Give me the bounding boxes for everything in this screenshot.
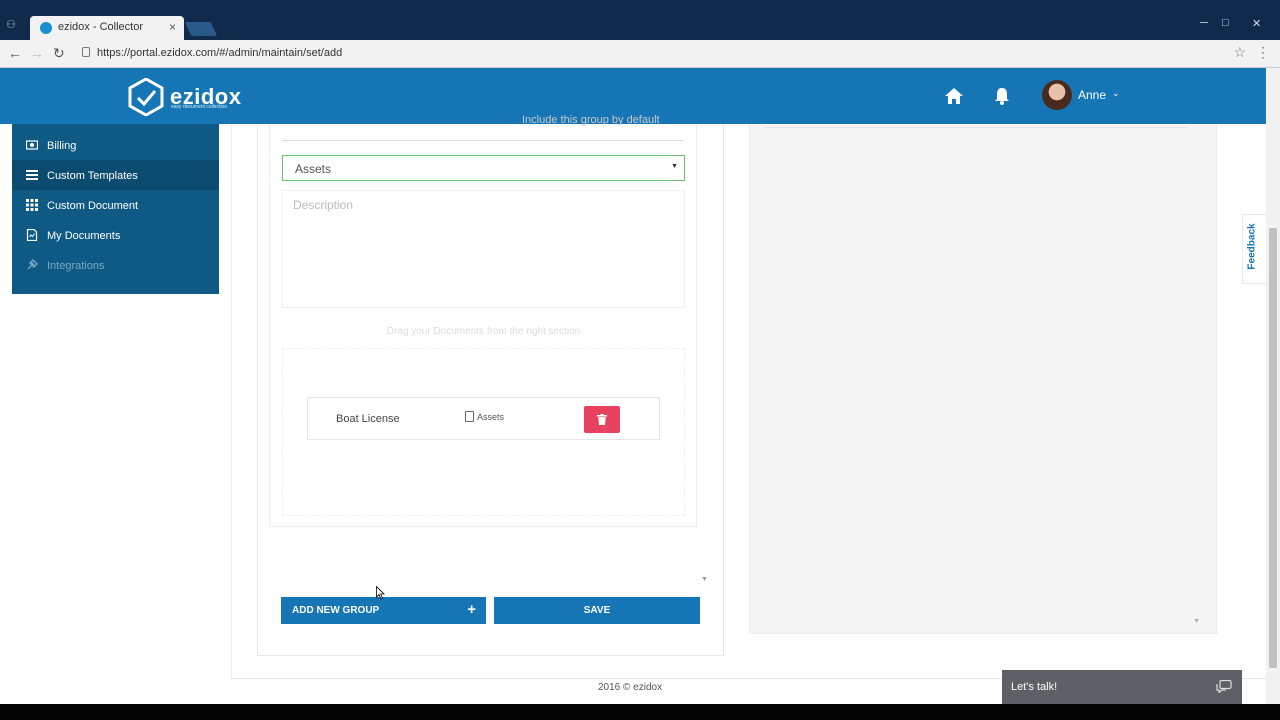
billing-icon [26, 140, 38, 150]
add-new-group-label: ADD NEW GROUP [292, 605, 380, 616]
screen: ⚇ ezidox - Collector × ─ □ ✕ ← → ↻ https… [0, 0, 1280, 720]
bell-icon[interactable] [993, 87, 1011, 105]
category-select[interactable]: Assets ▼ [282, 155, 685, 181]
chat-label: Let's talk! [1011, 681, 1058, 693]
document-row[interactable]: Boat License Assets [307, 397, 660, 440]
minimize-icon[interactable]: ─ [1200, 17, 1208, 29]
bottom-bar [0, 704, 1280, 720]
sidebar-item-label: Custom Templates [47, 170, 138, 182]
browser-tab[interactable]: ezidox - Collector × [30, 16, 184, 40]
sidebar-item-custom-templates[interactable]: Custom Templates [12, 160, 219, 190]
feedback-label: Feedback [1246, 223, 1258, 270]
document-category: Assets [477, 412, 505, 422]
reload-icon[interactable]: ↻ [53, 45, 65, 62]
divider [764, 124, 1188, 128]
description-placeholder: Description [293, 198, 354, 212]
mouse-cursor-icon [376, 586, 385, 600]
sidebar-item-integrations[interactable]: Integrations [12, 250, 219, 280]
default-group-label[interactable]: Include this group by default [522, 114, 660, 126]
browser-tabstrip: ⚇ ezidox - Collector × ─ □ ✕ [0, 0, 1280, 40]
sidebar-item-label: My Documents [47, 230, 121, 242]
home-icon[interactable] [944, 86, 964, 106]
sidebar-item-label: Integrations [47, 260, 105, 272]
file-icon [465, 411, 474, 422]
chevron-down-icon[interactable]: ⌄ [1112, 88, 1120, 99]
window-close-icon[interactable]: ✕ [1252, 17, 1261, 30]
tab-close-icon[interactable]: × [169, 20, 176, 34]
inner-scroll-down-icon[interactable]: ▼ [701, 576, 708, 583]
ezidox-logo-icon[interactable] [128, 78, 164, 116]
favicon-icon [40, 22, 52, 34]
description-textarea[interactable]: Description [282, 190, 685, 308]
feedback-tab[interactable]: Feedback [1242, 214, 1266, 284]
caret-down-icon: ▼ [671, 163, 678, 170]
chat-bubble-icon [1216, 680, 1232, 693]
page-scrollbar[interactable] [1266, 68, 1280, 704]
sidebar-item-my-documents[interactable]: My Documents [12, 220, 219, 250]
plug-icon [27, 259, 38, 270]
avatar[interactable] [1042, 80, 1072, 110]
save-button[interactable]: SAVE [494, 597, 700, 624]
browser-menu-icon[interactable]: ⋮ [1256, 44, 1270, 61]
category-select-value: Assets [295, 162, 332, 176]
grid-icon [26, 199, 38, 211]
sidebar: Billing Custom Templates Custom Document… [12, 124, 219, 294]
user-name[interactable]: Anne [1078, 88, 1106, 102]
new-tab-button[interactable] [184, 22, 218, 36]
document-library-panel: ▼ [749, 124, 1217, 634]
delete-document-button[interactable] [584, 406, 620, 433]
divider [282, 140, 685, 141]
browser-tab-title: ezidox - Collector [58, 21, 143, 33]
copyright-text: 2016 © ezidox [598, 682, 663, 693]
maximize-icon[interactable]: □ [1222, 17, 1229, 29]
document-name: Boat License [336, 413, 400, 425]
back-icon[interactable]: ← [8, 45, 22, 61]
url-field[interactable]: https://portal.ezidox.com/#/admin/mainta… [82, 47, 342, 59]
scrollbar-thumb[interactable] [1269, 228, 1277, 668]
bookmark-star-icon[interactable]: ☆ [1233, 44, 1246, 61]
lock-icon [82, 47, 90, 57]
panel-scroll-down-icon[interactable]: ▼ [1193, 618, 1200, 625]
sidebar-item-billing[interactable]: Billing [12, 130, 219, 160]
sidebar-item-label: Custom Document [47, 200, 139, 212]
document-icon [26, 229, 38, 241]
content-divider [231, 124, 232, 678]
drag-hint: Drag your Documents from the right secti… [386, 326, 581, 337]
sidebar-item-label: Billing [47, 140, 77, 152]
trash-icon [597, 414, 607, 425]
forward-icon[interactable]: → [30, 45, 44, 61]
address-bar: ← → ↻ https://portal.ezidox.com/#/admin/… [0, 40, 1280, 68]
plus-icon: + [467, 601, 476, 618]
sidebar-item-custom-document[interactable]: Custom Document [12, 190, 219, 220]
logo-tagline: easy document collection [171, 104, 228, 110]
save-label: SAVE [583, 605, 611, 616]
app-menu-icon[interactable]: ⚇ [6, 18, 20, 32]
list-icon [26, 170, 38, 180]
chat-widget[interactable]: Let's talk! [1002, 670, 1242, 704]
add-new-group-button[interactable]: ADD NEW GROUP + [281, 597, 486, 624]
